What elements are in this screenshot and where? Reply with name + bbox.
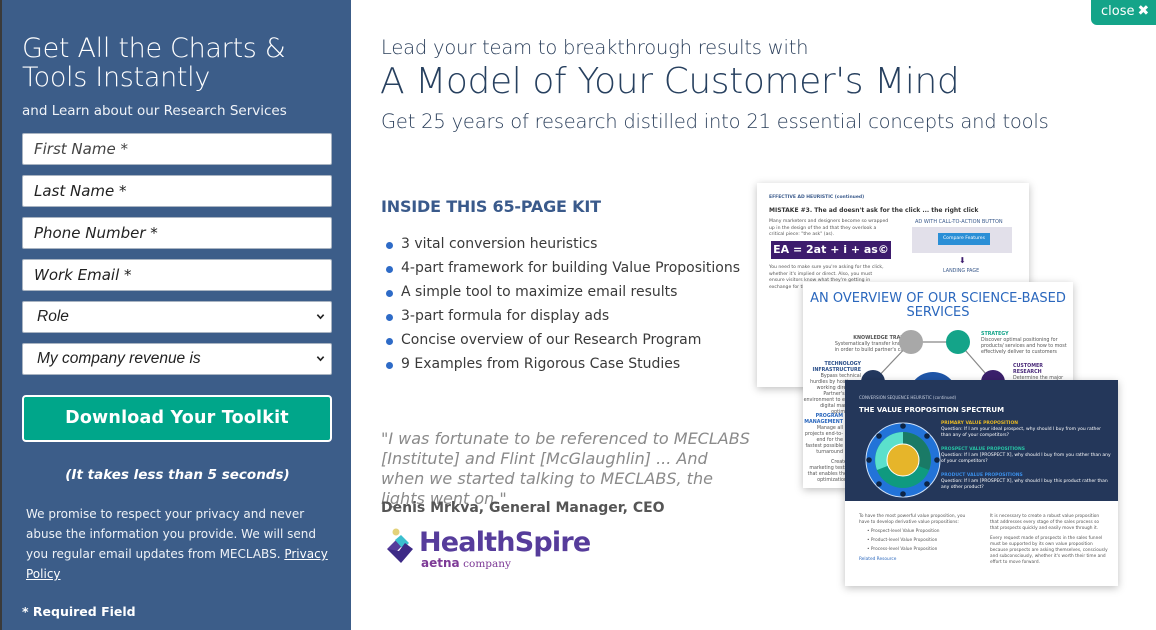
knowledge-node (899, 330, 923, 354)
lead-form-panel: Get All the Charts & Tools Instantly and… (0, 0, 351, 630)
ad-label: AD WITH CALL-TO-ACTION BUTTON (915, 219, 1003, 225)
bullet-icon (386, 361, 393, 369)
list-item-text: A simple tool to maximize email results (401, 284, 678, 300)
logo-name: HealthSpire (419, 527, 591, 558)
close-label: close (1101, 4, 1135, 19)
required-field-note: * Required Field (22, 604, 136, 619)
bullet-icon (386, 337, 393, 345)
kit-heading: INSIDE THIS 65-PAGE KIT (381, 197, 601, 216)
list-item: A simple tool to maximize email results (386, 280, 740, 304)
bullet-icon (386, 313, 393, 321)
chevron-down-icon (316, 356, 325, 362)
list-item-text: 4-part framework for building Value Prop… (401, 260, 741, 276)
phone-number-input[interactable] (22, 217, 332, 249)
list-item-text: 9 Examples from Rigorous Case Studies (401, 356, 681, 372)
close-x-icon: ✖ (1137, 3, 1150, 19)
vp-primary: PRIMARY VALUE PROPOSITION Question: If I… (941, 421, 1102, 438)
kit-feature-list: 3 vital conversion heuristics 4-part fra… (386, 232, 740, 376)
privacy-text: We promise to respect your privacy and n… (26, 507, 317, 561)
list-item-text: 3-part formula for display ads (401, 308, 610, 324)
page-title: THE VALUE PROPOSITION SPECTRUM (859, 406, 1005, 414)
healthspire-logo: HealthSpire aetna company (385, 525, 595, 573)
download-toolkit-button[interactable]: Download Your Toolkit (22, 395, 332, 442)
arrow-down-icon: ⬇ (959, 256, 966, 265)
list-item: 3-part formula for display ads (386, 304, 740, 328)
value-proposition-diagram (865, 422, 941, 498)
list-item: 9 Examples from Rigorous Case Studies (386, 352, 740, 376)
list-item: Concise overview of our Research Program (386, 328, 740, 352)
hero-lead: Lead your team to breakthrough results w… (381, 36, 809, 59)
bullet-icon (386, 265, 393, 273)
list-item: 3 vital conversion heuristics (386, 232, 740, 256)
testimonial-quote: "I was fortunate to be referenced to MEC… (381, 429, 750, 508)
page-left-text: To have the most powerful value proposit… (859, 514, 966, 562)
page-tag: EFFECTIVE AD HEURISTIC (continued) (769, 195, 865, 200)
list-item: 4-part framework for building Value Prop… (386, 256, 740, 280)
time-note: (It takes less than 5 seconds) (65, 467, 290, 483)
testimonial-author: Denis Mrkva, General Manager, CEO (381, 500, 665, 516)
healthspire-logo-icon (387, 528, 413, 563)
first-name-input[interactable] (22, 133, 332, 165)
logo-parent: aetna (421, 556, 460, 570)
work-email-input[interactable] (22, 259, 332, 291)
revenue-select[interactable]: My company revenue is (22, 343, 332, 375)
bullet-icon (386, 241, 393, 249)
role-select-value: Role (37, 308, 69, 325)
landing-page-label: LANDING PAGE (943, 269, 980, 274)
logo-suffix: company (463, 558, 511, 570)
hero-headline: A Model of Your Customer's Mind (380, 61, 960, 102)
page-tag: CONVERSION SEQUENCE HEURISTIC (continued… (859, 395, 957, 400)
ad-example-button: Compare Features (938, 233, 990, 245)
form-title: Get All the Charts & Tools Instantly (22, 33, 286, 93)
vp-product: PRODUCT VALUE PROPOSITIONS Question: If … (941, 473, 1108, 490)
form-subtitle: and Learn about our Research Services (22, 103, 287, 119)
kit-preview-page-value-proposition: CONVERSION SEQUENCE HEURISTIC (continued… (845, 380, 1118, 586)
hero-subhead: Get 25 years of research distilled into … (381, 110, 1049, 133)
list-item-text: 3 vital conversion heuristics (401, 236, 598, 252)
list-item-text: Concise overview of our Research Program (401, 332, 702, 348)
close-button[interactable]: close ✖ (1091, 0, 1156, 25)
strategy-node (946, 330, 970, 354)
page-text: Many marketers and designers become so w… (769, 219, 889, 237)
privacy-statement: We promise to respect your privacy and n… (26, 504, 336, 584)
revenue-select-value: My company revenue is (37, 350, 201, 367)
page-right-text: It is necessary to create a robust value… (990, 514, 1108, 565)
equation-banner: EA = 2at + i + as© (771, 241, 891, 259)
page-title: MISTAKE #3. The ad doesn't ask for the c… (769, 207, 979, 214)
chevron-down-icon (316, 314, 325, 320)
vp-prospect: PROSPECT VALUE PROPOSITIONS Question: If… (941, 447, 1111, 464)
bullet-icon (386, 289, 393, 297)
last-name-input[interactable] (22, 175, 332, 207)
logo-subtitle: aetna company (421, 556, 511, 570)
role-select[interactable]: Role (22, 301, 332, 333)
